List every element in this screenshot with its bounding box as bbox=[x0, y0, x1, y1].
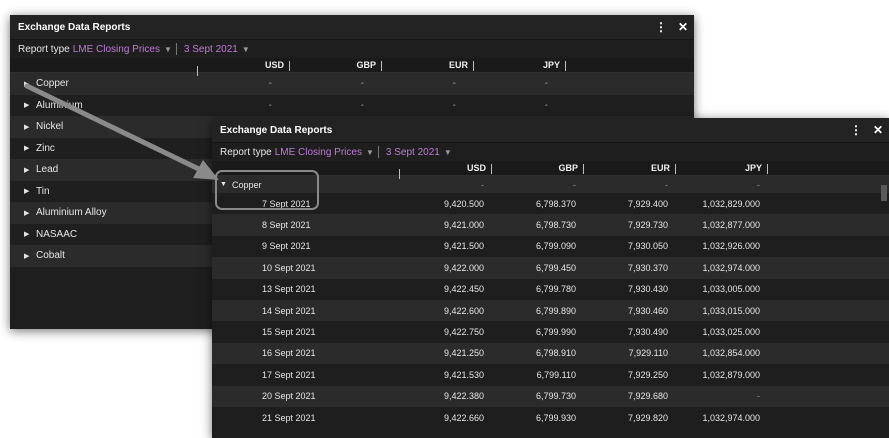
annotation-arrow-icon bbox=[24, 83, 219, 180]
